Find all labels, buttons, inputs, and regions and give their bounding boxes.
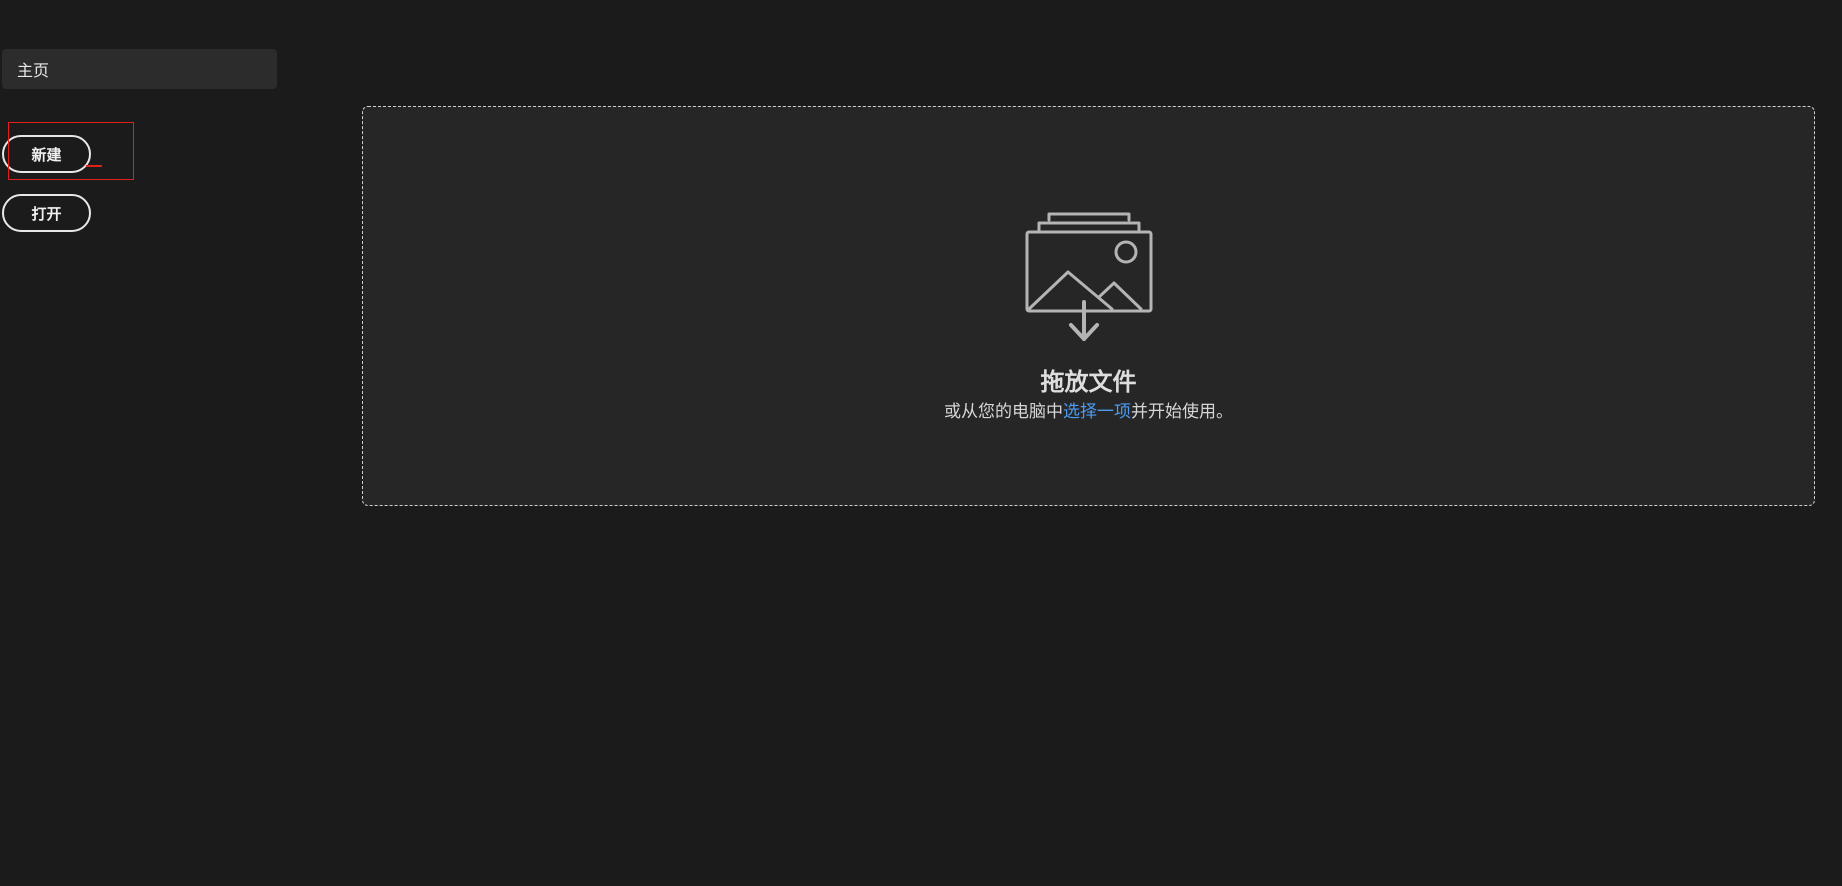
select-file-link[interactable]: 选择一项 (1063, 402, 1131, 422)
sidebar-item-home[interactable]: 主页 (2, 49, 277, 89)
open-button[interactable]: 打开 (2, 194, 91, 232)
image-drop-icon (1025, 212, 1153, 341)
drop-subtitle-suffix: 并开始使用。 (1131, 402, 1233, 422)
new-button[interactable]: 新建 (2, 135, 91, 173)
app-page: 主页 新建 打开 拖放文件 或从您的电脑中选择一项并开始使用。 (0, 0, 1842, 886)
drop-title: 拖放文件 (1040, 368, 1137, 396)
sidebar-item-label: 主页 (17, 61, 50, 80)
drop-subtitle-prefix: 或从您的电脑中 (944, 402, 1063, 422)
highlight-annotation-mark (86, 165, 102, 167)
drop-subtitle: 或从您的电脑中选择一项并开始使用。 (362, 397, 1815, 422)
